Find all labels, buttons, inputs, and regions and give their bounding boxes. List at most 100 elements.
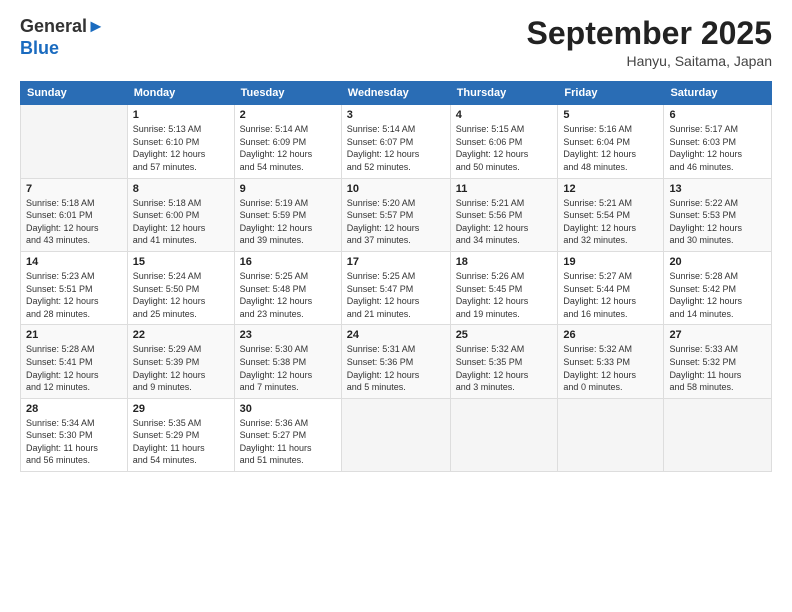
day-info: Sunrise: 5:21 AM Sunset: 5:56 PM Dayligh… <box>456 197 553 247</box>
day-number: 3 <box>347 109 445 121</box>
calendar-cell: 13 Sunrise: 5:22 AM Sunset: 5:53 PM Dayli… <box>664 178 772 251</box>
calendar-cell: 25 Sunrise: 5:32 AM Sunset: 5:35 PM Dayli… <box>450 325 558 398</box>
calendar-cell: 1 Sunrise: 5:13 AM Sunset: 6:10 PM Daylig… <box>127 105 234 178</box>
day-number: 19 <box>563 256 658 268</box>
day-info: Sunrise: 5:36 AM Sunset: 5:27 PM Dayligh… <box>240 417 336 467</box>
calendar-cell: 29 Sunrise: 5:35 AM Sunset: 5:29 PM Dayli… <box>127 398 234 471</box>
title-section: September 2025 Hanyu, Saitama, Japan <box>527 16 772 69</box>
day-info: Sunrise: 5:20 AM Sunset: 5:57 PM Dayligh… <box>347 197 445 247</box>
calendar-header-friday: Friday <box>558 82 664 105</box>
calendar-cell: 16 Sunrise: 5:25 AM Sunset: 5:48 PM Dayli… <box>234 251 341 324</box>
location: Hanyu, Saitama, Japan <box>527 53 772 69</box>
calendar-week-4: 21 Sunrise: 5:28 AM Sunset: 5:41 PM Dayli… <box>21 325 772 398</box>
day-number: 14 <box>26 256 122 268</box>
calendar-cell: 27 Sunrise: 5:33 AM Sunset: 5:32 PM Dayli… <box>664 325 772 398</box>
day-number: 27 <box>669 329 766 341</box>
calendar-cell: 23 Sunrise: 5:30 AM Sunset: 5:38 PM Dayli… <box>234 325 341 398</box>
day-info: Sunrise: 5:15 AM Sunset: 6:06 PM Dayligh… <box>456 123 553 173</box>
day-number: 26 <box>563 329 658 341</box>
calendar-cell <box>664 398 772 471</box>
day-info: Sunrise: 5:29 AM Sunset: 5:39 PM Dayligh… <box>133 343 229 393</box>
day-number: 29 <box>133 403 229 415</box>
logo: General► Blue <box>20 16 105 59</box>
calendar-header-monday: Monday <box>127 82 234 105</box>
day-info: Sunrise: 5:23 AM Sunset: 5:51 PM Dayligh… <box>26 270 122 320</box>
page: General► Blue September 2025 Hanyu, Sait… <box>0 0 792 612</box>
calendar-cell: 18 Sunrise: 5:26 AM Sunset: 5:45 PM Dayli… <box>450 251 558 324</box>
calendar: SundayMondayTuesdayWednesdayThursdayFrid… <box>20 81 772 472</box>
calendar-header-sunday: Sunday <box>21 82 128 105</box>
day-info: Sunrise: 5:32 AM Sunset: 5:35 PM Dayligh… <box>456 343 553 393</box>
day-number: 16 <box>240 256 336 268</box>
calendar-cell: 10Sunrise: 5:20 AM Sunset: 5:57 PM Dayli… <box>341 178 450 251</box>
day-number: 4 <box>456 109 553 121</box>
day-number: 28 <box>26 403 122 415</box>
calendar-cell: 11 Sunrise: 5:21 AM Sunset: 5:56 PM Dayli… <box>450 178 558 251</box>
day-number: 30 <box>240 403 336 415</box>
calendar-cell: 3 Sunrise: 5:14 AM Sunset: 6:07 PM Daylig… <box>341 105 450 178</box>
day-info: Sunrise: 5:13 AM Sunset: 6:10 PM Dayligh… <box>133 123 229 173</box>
day-info: Sunrise: 5:32 AM Sunset: 5:33 PM Dayligh… <box>563 343 658 393</box>
month-title: September 2025 <box>527 16 772 51</box>
day-info: Sunrise: 5:25 AM Sunset: 5:47 PM Dayligh… <box>347 270 445 320</box>
calendar-header-tuesday: Tuesday <box>234 82 341 105</box>
day-info: Sunrise: 5:21 AM Sunset: 5:54 PM Dayligh… <box>563 197 658 247</box>
day-number: 20 <box>669 256 766 268</box>
logo-blue-text: Blue <box>20 38 59 58</box>
day-number: 2 <box>240 109 336 121</box>
day-info: Sunrise: 5:18 AM Sunset: 6:00 PM Dayligh… <box>133 197 229 247</box>
day-info: Sunrise: 5:28 AM Sunset: 5:41 PM Dayligh… <box>26 343 122 393</box>
calendar-cell <box>21 105 128 178</box>
calendar-cell: 7Sunrise: 5:18 AM Sunset: 6:01 PM Daylig… <box>21 178 128 251</box>
day-info: Sunrise: 5:30 AM Sunset: 5:38 PM Dayligh… <box>240 343 336 393</box>
calendar-body: 1 Sunrise: 5:13 AM Sunset: 6:10 PM Daylig… <box>21 105 772 472</box>
calendar-cell: 6Sunrise: 5:17 AM Sunset: 6:03 PM Daylig… <box>664 105 772 178</box>
calendar-cell: 26 Sunrise: 5:32 AM Sunset: 5:33 PM Dayli… <box>558 325 664 398</box>
day-number: 17 <box>347 256 445 268</box>
day-info: Sunrise: 5:14 AM Sunset: 6:07 PM Dayligh… <box>347 123 445 173</box>
calendar-cell: 14 Sunrise: 5:23 AM Sunset: 5:51 PM Dayli… <box>21 251 128 324</box>
calendar-week-1: 1 Sunrise: 5:13 AM Sunset: 6:10 PM Daylig… <box>21 105 772 178</box>
day-number: 24 <box>347 329 445 341</box>
day-number: 15 <box>133 256 229 268</box>
day-info: Sunrise: 5:25 AM Sunset: 5:48 PM Dayligh… <box>240 270 336 320</box>
day-number: 1 <box>133 109 229 121</box>
day-info: Sunrise: 5:17 AM Sunset: 6:03 PM Dayligh… <box>669 123 766 173</box>
day-info: Sunrise: 5:22 AM Sunset: 5:53 PM Dayligh… <box>669 197 766 247</box>
calendar-header-row: SundayMondayTuesdayWednesdayThursdayFrid… <box>21 82 772 105</box>
calendar-week-3: 14 Sunrise: 5:23 AM Sunset: 5:51 PM Dayli… <box>21 251 772 324</box>
day-number: 7 <box>26 183 122 195</box>
day-number: 21 <box>26 329 122 341</box>
calendar-week-2: 7Sunrise: 5:18 AM Sunset: 6:01 PM Daylig… <box>21 178 772 251</box>
calendar-cell <box>558 398 664 471</box>
calendar-cell: 20 Sunrise: 5:28 AM Sunset: 5:42 PM Dayli… <box>664 251 772 324</box>
calendar-header-thursday: Thursday <box>450 82 558 105</box>
day-number: 18 <box>456 256 553 268</box>
calendar-header-wednesday: Wednesday <box>341 82 450 105</box>
day-info: Sunrise: 5:27 AM Sunset: 5:44 PM Dayligh… <box>563 270 658 320</box>
calendar-cell: 5Sunrise: 5:16 AM Sunset: 6:04 PM Daylig… <box>558 105 664 178</box>
day-info: Sunrise: 5:35 AM Sunset: 5:29 PM Dayligh… <box>133 417 229 467</box>
day-number: 11 <box>456 183 553 195</box>
calendar-cell: 8Sunrise: 5:18 AM Sunset: 6:00 PM Daylig… <box>127 178 234 251</box>
day-info: Sunrise: 5:31 AM Sunset: 5:36 PM Dayligh… <box>347 343 445 393</box>
day-info: Sunrise: 5:34 AM Sunset: 5:30 PM Dayligh… <box>26 417 122 467</box>
day-number: 9 <box>240 183 336 195</box>
day-info: Sunrise: 5:33 AM Sunset: 5:32 PM Dayligh… <box>669 343 766 393</box>
calendar-cell: 28 Sunrise: 5:34 AM Sunset: 5:30 PM Dayli… <box>21 398 128 471</box>
logo-icon: ► <box>87 16 105 36</box>
calendar-cell: 30 Sunrise: 5:36 AM Sunset: 5:27 PM Dayli… <box>234 398 341 471</box>
header: General► Blue September 2025 Hanyu, Sait… <box>20 16 772 69</box>
day-info: Sunrise: 5:26 AM Sunset: 5:45 PM Dayligh… <box>456 270 553 320</box>
day-number: 25 <box>456 329 553 341</box>
day-number: 23 <box>240 329 336 341</box>
day-info: Sunrise: 5:28 AM Sunset: 5:42 PM Dayligh… <box>669 270 766 320</box>
calendar-cell: 4 Sunrise: 5:15 AM Sunset: 6:06 PM Daylig… <box>450 105 558 178</box>
day-number: 22 <box>133 329 229 341</box>
calendar-cell: 9Sunrise: 5:19 AM Sunset: 5:59 PM Daylig… <box>234 178 341 251</box>
calendar-cell: 17 Sunrise: 5:25 AM Sunset: 5:47 PM Dayli… <box>341 251 450 324</box>
day-number: 13 <box>669 183 766 195</box>
calendar-cell: 21 Sunrise: 5:28 AM Sunset: 5:41 PM Dayli… <box>21 325 128 398</box>
day-info: Sunrise: 5:16 AM Sunset: 6:04 PM Dayligh… <box>563 123 658 173</box>
calendar-week-5: 28 Sunrise: 5:34 AM Sunset: 5:30 PM Dayli… <box>21 398 772 471</box>
